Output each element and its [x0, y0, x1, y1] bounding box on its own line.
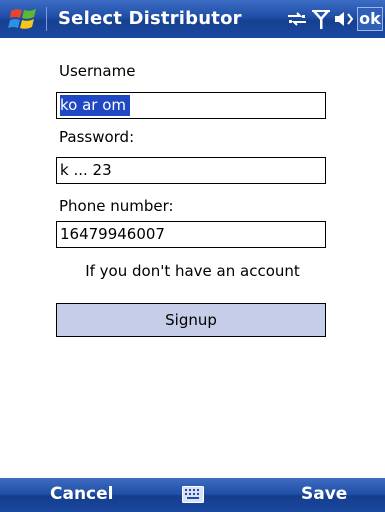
username-value: ko ar om	[60, 95, 131, 116]
phone-number-field[interactable]: 16479946007	[56, 221, 326, 248]
save-softkey[interactable]: Save	[301, 484, 347, 504]
windows-start-icon[interactable]	[8, 5, 40, 33]
username-label: Username	[59, 62, 136, 80]
title-bar: Select Distributor ok	[0, 0, 385, 38]
password-label: Password:	[59, 128, 135, 146]
username-field[interactable]: ko ar om	[56, 92, 326, 119]
phone-number-label: Phone number:	[59, 197, 174, 215]
ok-button[interactable]: ok	[357, 7, 383, 31]
password-value: k ... 23	[60, 161, 112, 179]
signup-button[interactable]: Signup	[56, 303, 326, 337]
title-divider	[46, 7, 47, 31]
menu-bar: Cancel Save	[0, 478, 385, 512]
cancel-softkey[interactable]: Cancel	[50, 484, 113, 504]
password-field[interactable]: k ... 23	[56, 157, 326, 184]
account-info-text: If you don't have an account	[85, 262, 300, 280]
phone-number-value: 16479946007	[60, 225, 165, 243]
keyboard-icon[interactable]	[182, 486, 204, 503]
connectivity-icon[interactable]	[285, 7, 309, 31]
window-title: Select Distributor	[58, 8, 242, 29]
signal-strength-icon[interactable]	[309, 7, 333, 31]
speaker-icon[interactable]	[332, 7, 356, 31]
